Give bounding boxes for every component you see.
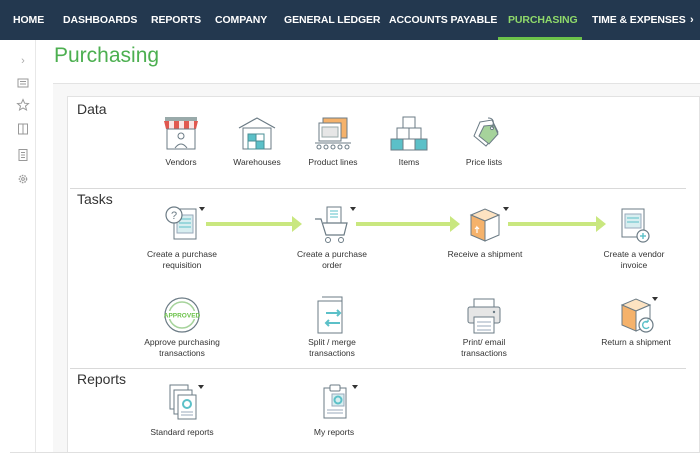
nav-reports[interactable]: REPORTS: [151, 0, 201, 40]
approve-label-line2: transactions: [159, 348, 205, 358]
task-create-vendor-invoice[interactable]: Create a vendor invoice: [594, 203, 674, 273]
approved-stamp-text: APPROVED: [164, 313, 201, 320]
standard-reports-icon: [169, 384, 197, 420]
split-merge-icon: [317, 296, 343, 334]
print-email-label-line2: transactions: [461, 348, 507, 358]
list-icon[interactable]: [16, 76, 30, 90]
divider-reports: [70, 368, 686, 369]
task-print-email[interactable]: Print/ email transactions: [444, 293, 524, 363]
svg-text:?: ?: [171, 210, 177, 222]
requisition-menu-caret-icon[interactable]: [199, 207, 205, 211]
report-standard-reports[interactable]: Standard reports: [140, 382, 224, 442]
expand-chevron-icon[interactable]: ›: [16, 54, 30, 68]
product-lines-label: Product lines: [308, 157, 358, 167]
task-create-requisition[interactable]: ? Create a purchase requisition: [140, 203, 224, 273]
document-icon[interactable]: [16, 148, 30, 162]
approve-label-line1: Approve purchasing: [144, 337, 220, 347]
approved-stamp-icon: APPROVED: [164, 297, 201, 333]
page-bottom-border: [10, 452, 700, 453]
return-shipment-menu-caret-icon[interactable]: [652, 297, 658, 301]
print-email-label-line1: Print/ email: [462, 337, 506, 347]
data-item-product-lines[interactable]: Product lines: [302, 112, 364, 172]
nav-dashboards[interactable]: DASHBOARDS: [63, 0, 137, 40]
requisition-icon: ?: [165, 206, 197, 240]
data-item-price-lists[interactable]: Price lists: [456, 112, 512, 172]
section-data-label: Data: [77, 101, 107, 117]
task-create-purchase-order[interactable]: Create a purchase order: [290, 203, 374, 273]
requisition-label-line1: Create a purchase: [147, 249, 217, 259]
warehouse-icon: [238, 117, 276, 150]
columns-icon[interactable]: [16, 122, 30, 136]
my-reports-menu-caret-icon[interactable]: [352, 385, 358, 389]
gear-icon[interactable]: [16, 172, 30, 186]
task-receive-shipment[interactable]: Receive a shipment: [440, 203, 530, 273]
items-label: Items: [398, 157, 420, 167]
nav-active-indicator: [498, 37, 582, 40]
nav-more-chevron-icon[interactable]: ›: [690, 0, 694, 40]
nav-home[interactable]: HOME: [13, 0, 44, 40]
nav-purchasing[interactable]: PURCHASING: [508, 0, 578, 40]
vendor-invoice-label-line2: invoice: [620, 260, 648, 270]
divider-tasks: [70, 188, 686, 189]
warehouses-label: Warehouses: [233, 157, 281, 167]
invoice-icon: [621, 208, 650, 243]
purchase-order-label-line2: order: [322, 260, 342, 270]
data-item-warehouses[interactable]: Warehouses: [228, 112, 286, 172]
section-tasks-label: Tasks: [77, 191, 113, 207]
purchase-order-label-line1: Create a purchase: [297, 249, 367, 259]
nav-general-ledger[interactable]: GENERAL LEDGER: [284, 0, 381, 40]
data-item-vendors[interactable]: Vendors: [150, 112, 212, 172]
star-icon[interactable]: [16, 98, 30, 112]
my-reports-label: My reports: [313, 427, 355, 437]
box-icon: [469, 208, 501, 242]
standard-reports-menu-caret-icon[interactable]: [198, 385, 204, 389]
standard-reports-label: Standard reports: [150, 427, 214, 437]
top-navigation-bar: HOME DASHBOARDS REPORTS COMPANY GENERAL …: [0, 0, 700, 40]
split-merge-label-line1: Split / merge: [308, 337, 356, 347]
requisition-label-line2: requisition: [162, 260, 202, 270]
purchase-order-menu-caret-icon[interactable]: [350, 207, 356, 211]
price-tag-icon: [473, 117, 499, 147]
my-reports-icon: [323, 384, 347, 419]
printer-icon: [467, 298, 501, 334]
left-sidebar: ›: [10, 40, 36, 452]
return-box-icon: [620, 298, 654, 333]
items-icon: [390, 116, 428, 151]
vendors-label: Vendors: [165, 157, 197, 167]
task-approve-transactions[interactable]: APPROVED Approve purchasing transactions: [136, 293, 228, 363]
nav-company[interactable]: COMPANY: [215, 0, 267, 40]
nav-accounts-payable[interactable]: ACCOUNTS PAYABLE: [389, 0, 497, 40]
product-lines-icon: [315, 117, 351, 150]
split-merge-label-line2: transactions: [309, 348, 355, 358]
data-item-items[interactable]: Items: [385, 112, 433, 172]
price-lists-label: Price lists: [465, 157, 503, 167]
return-shipment-label-line1: Return a shipment: [601, 337, 671, 347]
vendors-icon: [164, 117, 198, 150]
nav-time-expenses[interactable]: TIME & EXPENSES: [592, 0, 686, 40]
receive-shipment-label-line1: Receive a shipment: [447, 249, 523, 259]
vendor-invoice-label-line1: Create a vendor: [603, 249, 665, 259]
report-my-reports[interactable]: My reports: [294, 382, 374, 442]
section-reports-label: Reports: [77, 371, 127, 387]
cart-icon: [315, 206, 348, 243]
receive-shipment-menu-caret-icon[interactable]: [503, 207, 509, 211]
task-return-shipment[interactable]: Return a shipment: [594, 293, 678, 363]
page-title: Purchasing: [54, 44, 160, 67]
task-split-merge[interactable]: Split / merge transactions: [292, 293, 372, 363]
